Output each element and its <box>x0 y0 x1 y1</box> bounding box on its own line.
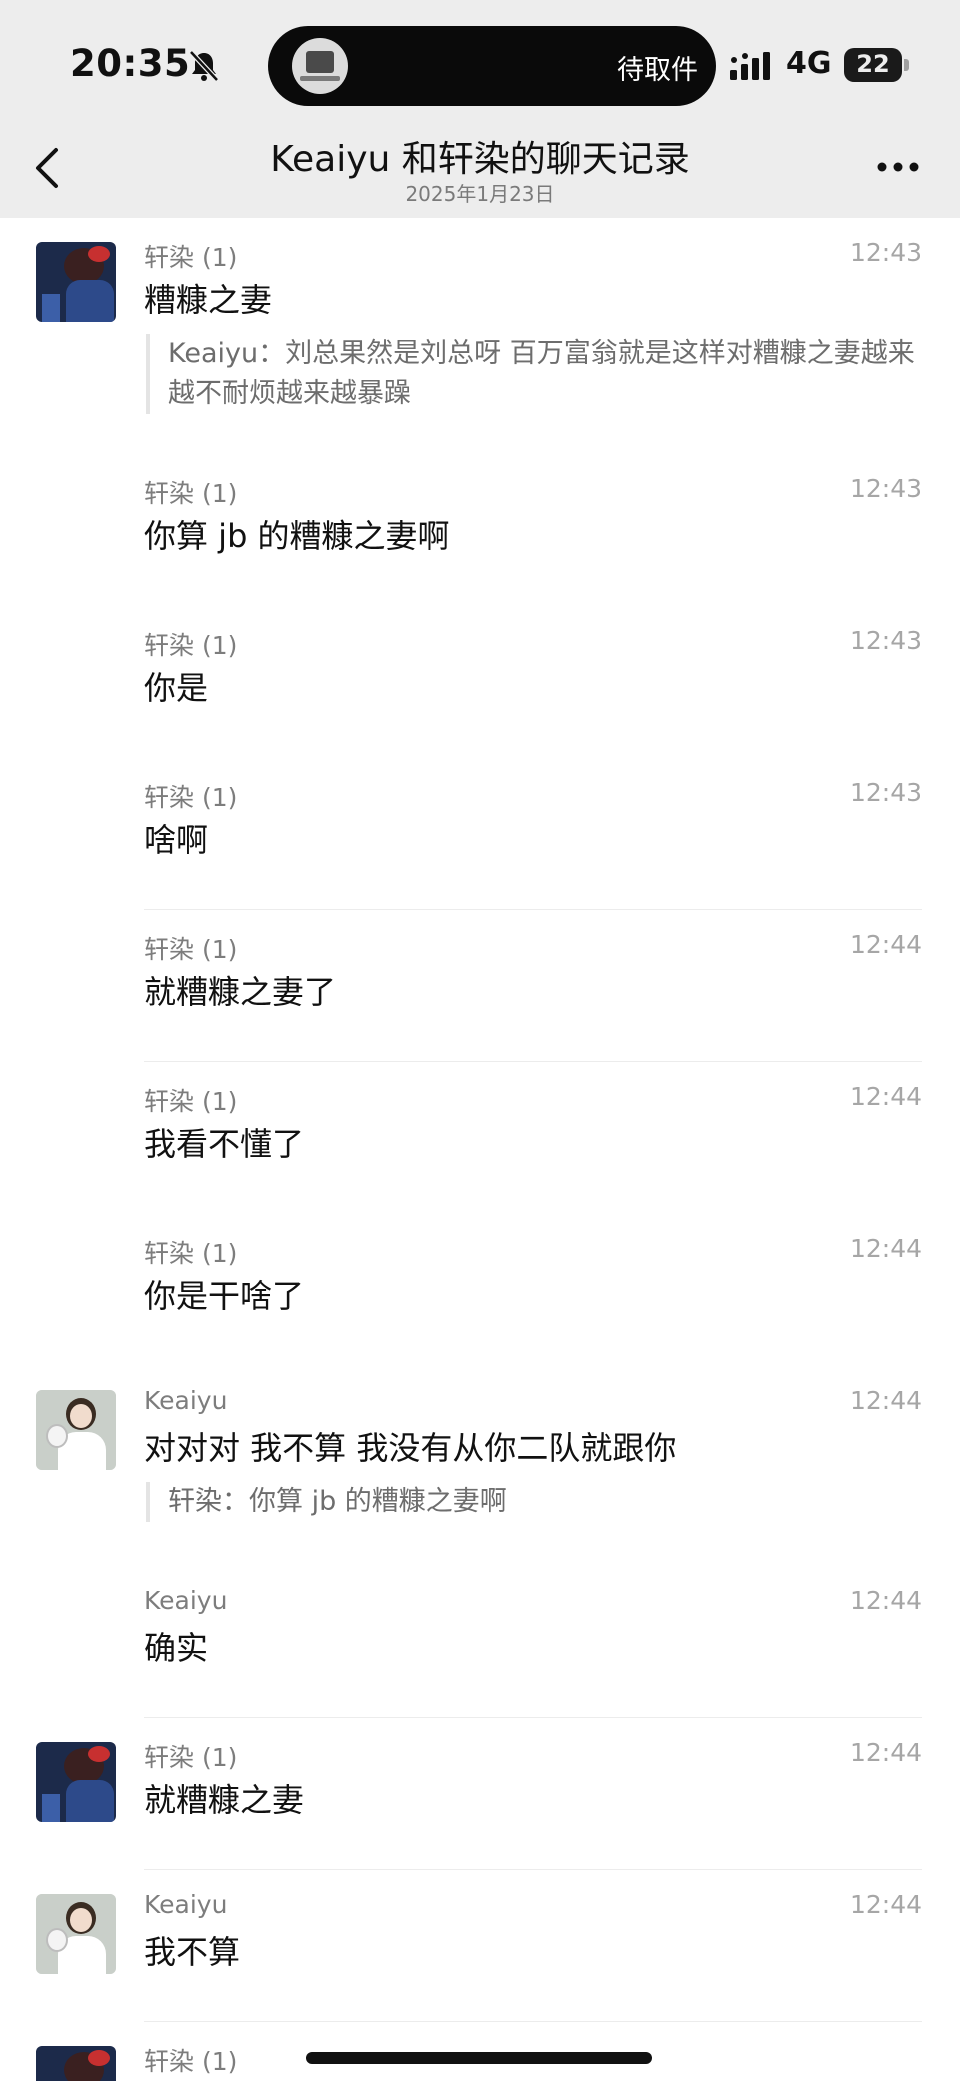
message-text: 你算 jb 的糟糠之妻啊 <box>144 517 450 555</box>
message-text: 你是 <box>144 669 209 707</box>
home-indicator[interactable] <box>306 2052 652 2064</box>
island-status-text: 待取件 <box>617 55 698 86</box>
message-text: 我看不懂了 <box>144 1125 305 1163</box>
message-item[interactable]: 轩染 (1) 12:43 你是 <box>0 606 960 758</box>
message-text: 确实 <box>144 1629 209 1667</box>
sender-name: 轩染 (1) <box>144 243 238 272</box>
message-time: 12:43 <box>849 474 922 503</box>
message-text: 糟糠之妻 <box>144 281 273 319</box>
sender-name: Keaiyu <box>144 1586 228 1615</box>
signal-bars-icon <box>730 52 770 80</box>
avatar[interactable] <box>36 242 116 322</box>
message-time: 12:44 <box>849 1586 922 1615</box>
sender-name: 轩染 (1) <box>144 631 238 660</box>
message-item[interactable]: 轩染 (1) 12:43 啥啊 <box>0 758 960 910</box>
header: 20:35 待取件 4G 22 Keaiyu 和轩染的聊天记录 2025年1月2… <box>0 0 960 218</box>
message-time: 12:44 <box>849 930 922 959</box>
message-text: 对对对 我不算 我没有从你二队就跟你 <box>144 1429 677 1467</box>
more-dots-icon[interactable] <box>876 160 920 174</box>
sender-name: 轩染 (1) <box>144 1743 238 1772</box>
message-time: 12:43 <box>849 238 922 267</box>
message-text: 啥啊 <box>144 821 209 859</box>
message-item[interactable]: 轩染 (1) 12:44 就糟糠之妻了 <box>0 910 960 1062</box>
avatar[interactable] <box>36 2046 116 2081</box>
sender-name: 轩染 (1) <box>144 1239 238 1268</box>
status-time: 20:35 <box>70 42 191 85</box>
bell-muted-icon <box>189 50 219 82</box>
page-subtitle-date: 2025年1月23日 <box>405 182 555 206</box>
message-text: 我不算 <box>144 1933 241 1971</box>
message-item[interactable]: 轩染 (1) 12:44 就糟糠之妻 <box>0 1718 960 1870</box>
message-item[interactable]: 轩染 (1) 12:43 糟糠之妻 Keaiyu：刘总果然是刘总呀 百万富翁就是… <box>0 218 960 454</box>
message-item[interactable]: Keaiyu 12:44 我不算 <box>0 1870 960 2022</box>
sender-name: 轩染 (1) <box>144 1087 238 1116</box>
sender-name: 轩染 (1) <box>144 935 238 964</box>
message-text: 就糟糠之妻了 <box>144 973 337 1011</box>
message-time: 12:44 <box>849 1890 922 1919</box>
message-item[interactable]: 轩染 (1) 12:44 你是干啥了 <box>0 1214 960 1366</box>
battery-icon: 22 <box>844 48 910 82</box>
avatar[interactable] <box>36 1390 116 1470</box>
message-item[interactable]: 轩染 (1) 12:44 我看不懂了 <box>0 1062 960 1214</box>
message-time: 12:44 <box>849 1082 922 1111</box>
message-item[interactable]: 轩染 (1) 12:43 你算 jb 的糟糠之妻啊 <box>0 454 960 606</box>
quoted-message[interactable]: 轩染：你算 jb 的糟糠之妻啊 <box>146 1482 918 1522</box>
message-item[interactable]: Keaiyu 12:44 确实 <box>0 1566 960 1718</box>
message-time: 12:44 <box>849 1234 922 1263</box>
message-time: 12:43 <box>849 778 922 807</box>
page-title: Keaiyu 和轩染的聊天记录 <box>270 139 690 180</box>
sender-name: 轩染 (1) <box>144 479 238 508</box>
quoted-message[interactable]: Keaiyu：刘总果然是刘总呀 百万富翁就是这样对糟糠之妻越来越不耐烦越来越暴躁 <box>146 334 918 414</box>
message-text: 你是干啥了 <box>144 1277 305 1315</box>
message-time: 12:43 <box>849 626 922 655</box>
network-type: 4G <box>786 46 832 81</box>
avatar[interactable] <box>36 1742 116 1822</box>
message-time: 12:44 <box>849 1386 922 1415</box>
avatar[interactable] <box>36 1894 116 1974</box>
sender-name: Keaiyu <box>144 1890 228 1919</box>
sender-name: 轩染 (1) <box>144 2047 238 2076</box>
sender-name: 轩染 (1) <box>144 783 238 812</box>
message-text: 就糟糠之妻 <box>144 1781 305 1819</box>
dynamic-island[interactable]: 待取件 <box>268 26 716 106</box>
message-time: 12:44 <box>849 1738 922 1767</box>
battery-level: 22 <box>856 50 890 78</box>
package-thumbnail-icon <box>292 38 348 94</box>
message-item[interactable]: Keaiyu 12:44 对对对 我不算 我没有从你二队就跟你 轩染：你算 jb… <box>0 1366 960 1566</box>
sender-name: Keaiyu <box>144 1386 228 1415</box>
